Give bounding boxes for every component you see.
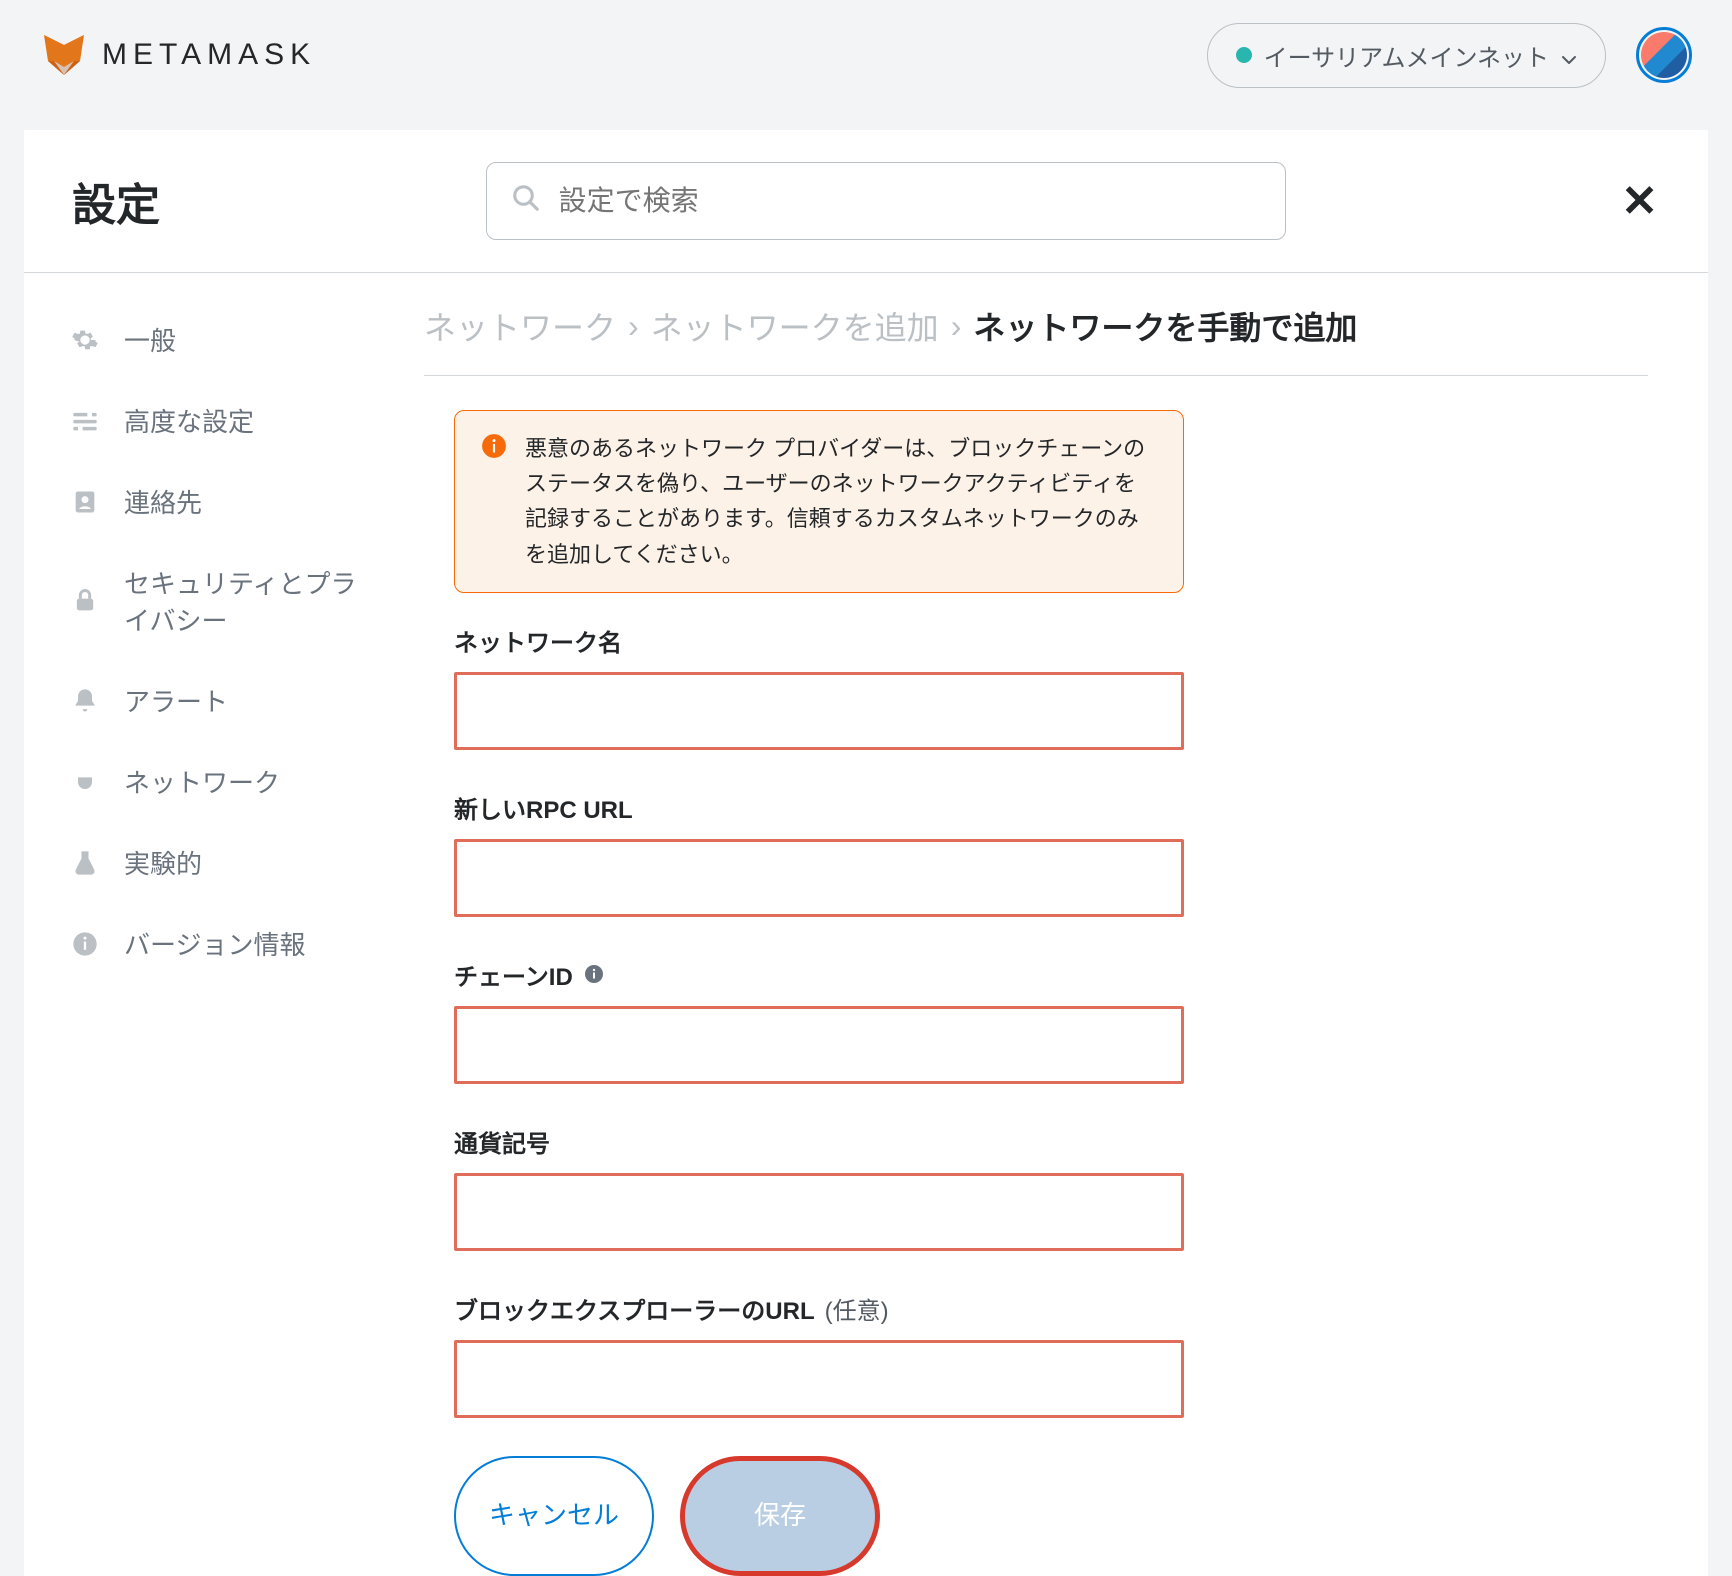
search-icon	[511, 183, 541, 220]
warning-banner: 悪意のあるネットワーク プロバイダーは、ブロックチェーンのステータスを偽り、ユー…	[454, 410, 1184, 593]
sidebar-item-label: バージョン情報	[124, 925, 305, 962]
add-network-form: ネットワーク名 新しいRPC URL チェーンID 通貨記号 ブロックエクスプロ…	[454, 623, 1184, 1576]
gear-icon	[70, 325, 100, 355]
sidebar-item-label: 実験的	[124, 844, 202, 881]
save-button[interactable]: 保存	[680, 1456, 880, 1576]
info-tooltip-icon[interactable]	[583, 963, 605, 985]
sidebar-item-networks[interactable]: ネットワーク	[70, 741, 384, 822]
close-icon[interactable]: ✕	[1611, 176, 1668, 227]
input-currency-symbol[interactable]	[454, 1173, 1184, 1251]
avatar-icon	[1641, 32, 1687, 78]
network-status-dot-icon	[1236, 47, 1252, 63]
settings-sidebar: 一般 高度な設定 連絡先 セキュリティとプライバシー	[24, 273, 384, 1576]
sidebar-item-advanced[interactable]: 高度な設定	[70, 380, 384, 461]
sidebar-item-label: アラート	[124, 682, 228, 719]
account-avatar[interactable]	[1636, 27, 1692, 83]
plug-icon	[70, 767, 100, 797]
sidebar-item-label: 一般	[124, 321, 176, 358]
metamask-logo-icon	[40, 31, 88, 79]
label-chain-id: チェーンID	[454, 957, 1184, 992]
sidebar-item-experimental[interactable]: 実験的	[70, 822, 384, 903]
page-title: 設定	[72, 169, 160, 233]
lock-icon	[70, 586, 100, 616]
sliders-icon	[70, 406, 100, 436]
breadcrumb-current: ネットワークを手動で追加	[973, 303, 1357, 349]
brand-name: METAMASK	[102, 38, 316, 72]
label-rpc-url: 新しいRPC URL	[454, 790, 1184, 825]
panel-header: 設定 ✕	[24, 162, 1708, 273]
flask-icon	[70, 848, 100, 878]
input-chain-id[interactable]	[454, 1006, 1184, 1084]
search-input[interactable]	[559, 185, 1261, 217]
network-label: イーサリアムメインネット	[1264, 38, 1549, 73]
top-bar-right: イーサリアムメインネット	[1207, 23, 1692, 88]
breadcrumb-add-network[interactable]: ネットワークを追加	[651, 303, 939, 349]
divider	[424, 375, 1648, 376]
sidebar-item-label: 連絡先	[124, 483, 202, 520]
top-bar: METAMASK イーサリアムメインネット	[0, 0, 1732, 110]
panel-body: 一般 高度な設定 連絡先 セキュリティとプライバシー	[24, 273, 1708, 1576]
info-icon	[70, 929, 100, 959]
breadcrumb: ネットワーク › ネットワークを追加 › ネットワークを手動で追加	[424, 303, 1648, 349]
label-chain-id-text: チェーンID	[454, 957, 573, 992]
sidebar-item-contacts[interactable]: 連絡先	[70, 461, 384, 542]
settings-panel: 設定 ✕ 一般 高度な設定	[24, 130, 1708, 1576]
sidebar-item-general[interactable]: 一般	[70, 299, 384, 380]
chevron-right-icon: ›	[628, 308, 639, 345]
label-block-explorer-text: ブロックエクスプローラーのURL	[454, 1291, 815, 1326]
settings-main: ネットワーク › ネットワークを追加 › ネットワークを手動で追加 悪意のあるネ…	[384, 273, 1708, 1576]
label-currency-symbol: 通貨記号	[454, 1124, 1184, 1159]
breadcrumb-networks[interactable]: ネットワーク	[424, 303, 616, 349]
chevron-down-icon	[1561, 47, 1577, 63]
warning-info-icon	[481, 433, 507, 459]
input-block-explorer[interactable]	[454, 1340, 1184, 1418]
input-rpc-url[interactable]	[454, 839, 1184, 917]
brand: METAMASK	[40, 31, 316, 79]
sidebar-item-security[interactable]: セキュリティとプライバシー	[70, 542, 384, 660]
warning-text: 悪意のあるネットワーク プロバイダーは、ブロックチェーンのステータスを偽り、ユー…	[525, 431, 1157, 572]
cancel-button[interactable]: キャンセル	[454, 1456, 654, 1576]
label-block-explorer: ブロックエクスプローラーのURL (任意)	[454, 1291, 1184, 1326]
sidebar-item-label: セキュリティとプライバシー	[124, 564, 364, 638]
input-network-name[interactable]	[454, 672, 1184, 750]
sidebar-item-alerts[interactable]: アラート	[70, 660, 384, 741]
sidebar-item-label: 高度な設定	[124, 402, 254, 439]
label-network-name: ネットワーク名	[454, 623, 1184, 658]
network-selector[interactable]: イーサリアムメインネット	[1207, 23, 1606, 88]
form-actions: キャンセル 保存	[454, 1456, 1184, 1576]
chevron-right-icon: ›	[951, 308, 962, 345]
settings-search[interactable]	[486, 162, 1286, 240]
sidebar-item-about[interactable]: バージョン情報	[70, 903, 384, 984]
optional-text: (任意)	[825, 1291, 889, 1326]
contacts-icon	[70, 487, 100, 517]
sidebar-item-label: ネットワーク	[124, 763, 280, 800]
bell-icon	[70, 686, 100, 716]
